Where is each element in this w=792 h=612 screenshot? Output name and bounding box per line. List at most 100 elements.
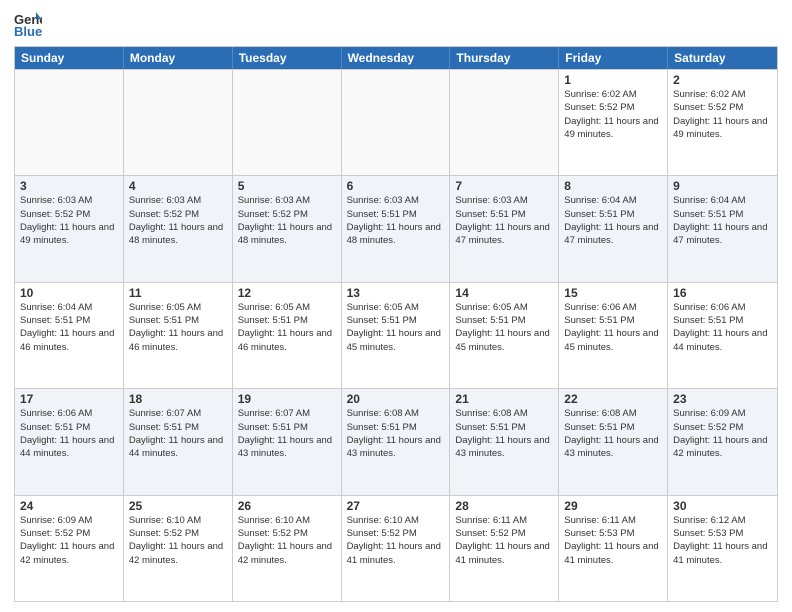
day-number: 17 <box>20 392 118 406</box>
header-day-saturday: Saturday <box>668 47 777 69</box>
day-number: 29 <box>564 499 662 513</box>
header: General Blue <box>14 10 778 38</box>
day-info: Sunrise: 6:07 AMSunset: 5:51 PMDaylight:… <box>238 407 336 460</box>
day-info: Sunrise: 6:05 AMSunset: 5:51 PMDaylight:… <box>238 301 336 354</box>
week-row-2: 3Sunrise: 6:03 AMSunset: 5:52 PMDaylight… <box>15 175 777 281</box>
cal-cell: 24Sunrise: 6:09 AMSunset: 5:52 PMDayligh… <box>15 496 124 601</box>
day-info: Sunrise: 6:05 AMSunset: 5:51 PMDaylight:… <box>455 301 553 354</box>
svg-text:Blue: Blue <box>14 24 42 38</box>
cal-cell: 3Sunrise: 6:03 AMSunset: 5:52 PMDaylight… <box>15 176 124 281</box>
day-number: 14 <box>455 286 553 300</box>
day-number: 28 <box>455 499 553 513</box>
day-info: Sunrise: 6:03 AMSunset: 5:51 PMDaylight:… <box>347 194 445 247</box>
day-info: Sunrise: 6:10 AMSunset: 5:52 PMDaylight:… <box>347 514 445 567</box>
cal-cell: 28Sunrise: 6:11 AMSunset: 5:52 PMDayligh… <box>450 496 559 601</box>
cal-cell: 16Sunrise: 6:06 AMSunset: 5:51 PMDayligh… <box>668 283 777 388</box>
cal-cell: 20Sunrise: 6:08 AMSunset: 5:51 PMDayligh… <box>342 389 451 494</box>
day-number: 18 <box>129 392 227 406</box>
day-number: 12 <box>238 286 336 300</box>
day-number: 23 <box>673 392 772 406</box>
day-info: Sunrise: 6:11 AMSunset: 5:53 PMDaylight:… <box>564 514 662 567</box>
cal-cell <box>450 70 559 175</box>
day-number: 7 <box>455 179 553 193</box>
header-day-friday: Friday <box>559 47 668 69</box>
day-number: 2 <box>673 73 772 87</box>
day-info: Sunrise: 6:03 AMSunset: 5:51 PMDaylight:… <box>455 194 553 247</box>
cal-cell: 9Sunrise: 6:04 AMSunset: 5:51 PMDaylight… <box>668 176 777 281</box>
day-info: Sunrise: 6:06 AMSunset: 5:51 PMDaylight:… <box>564 301 662 354</box>
day-info: Sunrise: 6:10 AMSunset: 5:52 PMDaylight:… <box>129 514 227 567</box>
cal-cell: 17Sunrise: 6:06 AMSunset: 5:51 PMDayligh… <box>15 389 124 494</box>
day-number: 22 <box>564 392 662 406</box>
cal-cell: 12Sunrise: 6:05 AMSunset: 5:51 PMDayligh… <box>233 283 342 388</box>
cal-cell: 7Sunrise: 6:03 AMSunset: 5:51 PMDaylight… <box>450 176 559 281</box>
day-info: Sunrise: 6:06 AMSunset: 5:51 PMDaylight:… <box>673 301 772 354</box>
day-info: Sunrise: 6:08 AMSunset: 5:51 PMDaylight:… <box>564 407 662 460</box>
day-number: 6 <box>347 179 445 193</box>
cal-cell: 29Sunrise: 6:11 AMSunset: 5:53 PMDayligh… <box>559 496 668 601</box>
day-number: 27 <box>347 499 445 513</box>
cal-cell: 10Sunrise: 6:04 AMSunset: 5:51 PMDayligh… <box>15 283 124 388</box>
day-info: Sunrise: 6:02 AMSunset: 5:52 PMDaylight:… <box>673 88 772 141</box>
day-number: 5 <box>238 179 336 193</box>
calendar-header: SundayMondayTuesdayWednesdayThursdayFrid… <box>15 47 777 69</box>
day-info: Sunrise: 6:05 AMSunset: 5:51 PMDaylight:… <box>129 301 227 354</box>
cal-cell: 4Sunrise: 6:03 AMSunset: 5:52 PMDaylight… <box>124 176 233 281</box>
day-number: 13 <box>347 286 445 300</box>
day-number: 26 <box>238 499 336 513</box>
day-info: Sunrise: 6:04 AMSunset: 5:51 PMDaylight:… <box>20 301 118 354</box>
day-info: Sunrise: 6:08 AMSunset: 5:51 PMDaylight:… <box>455 407 553 460</box>
day-number: 8 <box>564 179 662 193</box>
page: General Blue SundayMondayTuesdayWednesda… <box>0 0 792 612</box>
cal-cell: 19Sunrise: 6:07 AMSunset: 5:51 PMDayligh… <box>233 389 342 494</box>
day-info: Sunrise: 6:08 AMSunset: 5:51 PMDaylight:… <box>347 407 445 460</box>
calendar-body: 1Sunrise: 6:02 AMSunset: 5:52 PMDaylight… <box>15 69 777 601</box>
cal-cell: 6Sunrise: 6:03 AMSunset: 5:51 PMDaylight… <box>342 176 451 281</box>
day-number: 16 <box>673 286 772 300</box>
cal-cell: 23Sunrise: 6:09 AMSunset: 5:52 PMDayligh… <box>668 389 777 494</box>
day-info: Sunrise: 6:06 AMSunset: 5:51 PMDaylight:… <box>20 407 118 460</box>
cal-cell: 27Sunrise: 6:10 AMSunset: 5:52 PMDayligh… <box>342 496 451 601</box>
day-info: Sunrise: 6:02 AMSunset: 5:52 PMDaylight:… <box>564 88 662 141</box>
day-number: 19 <box>238 392 336 406</box>
day-info: Sunrise: 6:09 AMSunset: 5:52 PMDaylight:… <box>20 514 118 567</box>
week-row-5: 24Sunrise: 6:09 AMSunset: 5:52 PMDayligh… <box>15 495 777 601</box>
cal-cell: 25Sunrise: 6:10 AMSunset: 5:52 PMDayligh… <box>124 496 233 601</box>
day-number: 24 <box>20 499 118 513</box>
cal-cell: 2Sunrise: 6:02 AMSunset: 5:52 PMDaylight… <box>668 70 777 175</box>
day-info: Sunrise: 6:10 AMSunset: 5:52 PMDaylight:… <box>238 514 336 567</box>
cal-cell: 15Sunrise: 6:06 AMSunset: 5:51 PMDayligh… <box>559 283 668 388</box>
day-number: 25 <box>129 499 227 513</box>
day-number: 15 <box>564 286 662 300</box>
header-day-sunday: Sunday <box>15 47 124 69</box>
cal-cell: 5Sunrise: 6:03 AMSunset: 5:52 PMDaylight… <box>233 176 342 281</box>
day-number: 10 <box>20 286 118 300</box>
cal-cell <box>15 70 124 175</box>
day-info: Sunrise: 6:11 AMSunset: 5:52 PMDaylight:… <box>455 514 553 567</box>
day-info: Sunrise: 6:03 AMSunset: 5:52 PMDaylight:… <box>20 194 118 247</box>
day-info: Sunrise: 6:09 AMSunset: 5:52 PMDaylight:… <box>673 407 772 460</box>
day-number: 9 <box>673 179 772 193</box>
header-day-tuesday: Tuesday <box>233 47 342 69</box>
cal-cell <box>233 70 342 175</box>
cal-cell: 26Sunrise: 6:10 AMSunset: 5:52 PMDayligh… <box>233 496 342 601</box>
header-day-monday: Monday <box>124 47 233 69</box>
logo: General Blue <box>14 10 46 38</box>
cal-cell: 18Sunrise: 6:07 AMSunset: 5:51 PMDayligh… <box>124 389 233 494</box>
header-day-wednesday: Wednesday <box>342 47 451 69</box>
day-info: Sunrise: 6:03 AMSunset: 5:52 PMDaylight:… <box>129 194 227 247</box>
cal-cell: 21Sunrise: 6:08 AMSunset: 5:51 PMDayligh… <box>450 389 559 494</box>
cal-cell <box>342 70 451 175</box>
day-info: Sunrise: 6:04 AMSunset: 5:51 PMDaylight:… <box>673 194 772 247</box>
week-row-1: 1Sunrise: 6:02 AMSunset: 5:52 PMDaylight… <box>15 69 777 175</box>
day-number: 11 <box>129 286 227 300</box>
week-row-4: 17Sunrise: 6:06 AMSunset: 5:51 PMDayligh… <box>15 388 777 494</box>
cal-cell: 11Sunrise: 6:05 AMSunset: 5:51 PMDayligh… <box>124 283 233 388</box>
day-info: Sunrise: 6:05 AMSunset: 5:51 PMDaylight:… <box>347 301 445 354</box>
day-number: 20 <box>347 392 445 406</box>
logo-icon: General Blue <box>14 10 42 38</box>
cal-cell: 22Sunrise: 6:08 AMSunset: 5:51 PMDayligh… <box>559 389 668 494</box>
header-day-thursday: Thursday <box>450 47 559 69</box>
cal-cell: 14Sunrise: 6:05 AMSunset: 5:51 PMDayligh… <box>450 283 559 388</box>
day-number: 30 <box>673 499 772 513</box>
